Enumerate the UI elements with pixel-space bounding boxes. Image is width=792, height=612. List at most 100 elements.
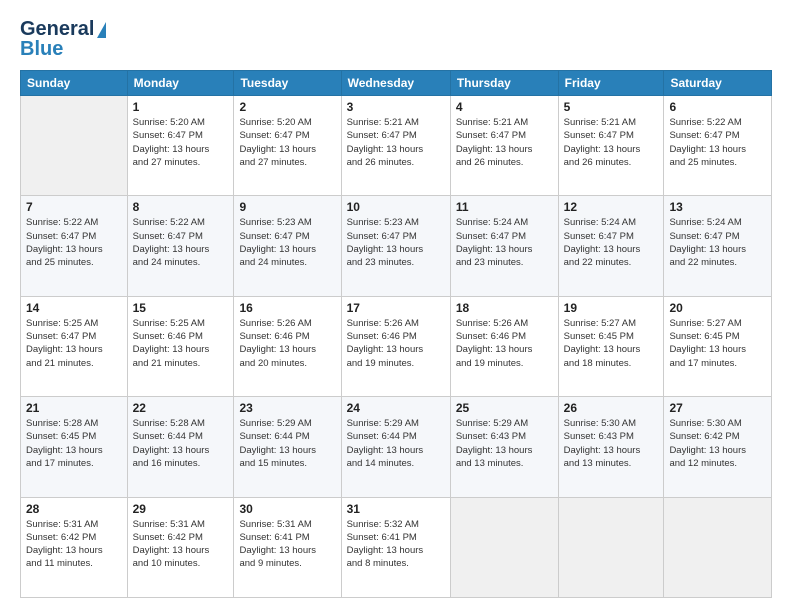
calendar-week-row: 7 Sunrise: 5:22 AM Sunset: 6:47 PM Daylig… (21, 196, 772, 296)
day-info: Sunrise: 5:32 AM Sunset: 6:41 PM Dayligh… (347, 518, 445, 571)
calendar-cell: 24 Sunrise: 5:29 AM Sunset: 6:44 PM Dayli… (341, 397, 450, 497)
day-number: 26 (564, 401, 659, 415)
day-number: 1 (133, 100, 229, 114)
day-number: 25 (456, 401, 553, 415)
calendar-cell: 4 Sunrise: 5:21 AM Sunset: 6:47 PM Daylig… (450, 96, 558, 196)
day-info: Sunrise: 5:21 AM Sunset: 6:47 PM Dayligh… (564, 116, 659, 169)
day-number: 3 (347, 100, 445, 114)
day-info: Sunrise: 5:31 AM Sunset: 6:42 PM Dayligh… (26, 518, 122, 571)
logo: General Blue (20, 18, 106, 60)
calendar-cell: 22Sunrise: 5:28 AM Sunset: 6:44 PM Dayli… (127, 397, 234, 497)
calendar-cell (21, 96, 128, 196)
calendar-week-row: 1 Sunrise: 5:20 AM Sunset: 6:47 PM Daylig… (21, 96, 772, 196)
calendar-cell: 18 Sunrise: 5:26 AM Sunset: 6:46 PM Dayli… (450, 296, 558, 396)
calendar-table: SundayMondayTuesdayWednesdayThursdayFrid… (20, 70, 772, 598)
calendar-cell: 17Sunrise: 5:26 AM Sunset: 6:46 PM Dayli… (341, 296, 450, 396)
day-info: Sunrise: 5:25 AM Sunset: 6:47 PM Dayligh… (26, 317, 122, 370)
day-info: Sunrise: 5:22 AM Sunset: 6:47 PM Dayligh… (26, 216, 122, 269)
calendar-cell: 16 Sunrise: 5:26 AM Sunset: 6:46 PM Dayli… (234, 296, 341, 396)
day-info: Sunrise: 5:23 AM Sunset: 6:47 PM Dayligh… (347, 216, 445, 269)
calendar-cell (558, 497, 664, 597)
calendar-cell: 1 Sunrise: 5:20 AM Sunset: 6:47 PM Daylig… (127, 96, 234, 196)
day-number: 6 (669, 100, 766, 114)
day-info: Sunrise: 5:29 AM Sunset: 6:44 PM Dayligh… (347, 417, 445, 470)
day-number: 12 (564, 200, 659, 214)
day-info: Sunrise: 5:28 AM Sunset: 6:45 PM Dayligh… (26, 417, 122, 470)
calendar-cell: 14 Sunrise: 5:25 AM Sunset: 6:47 PM Dayli… (21, 296, 128, 396)
calendar-header-monday: Monday (127, 71, 234, 96)
day-number: 16 (239, 301, 335, 315)
calendar-header-friday: Friday (558, 71, 664, 96)
calendar-cell: 25Sunrise: 5:29 AM Sunset: 6:43 PM Dayli… (450, 397, 558, 497)
day-info: Sunrise: 5:20 AM Sunset: 6:47 PM Dayligh… (239, 116, 335, 169)
day-number: 23 (239, 401, 335, 415)
day-number: 4 (456, 100, 553, 114)
calendar-cell: 2 Sunrise: 5:20 AM Sunset: 6:47 PM Daylig… (234, 96, 341, 196)
calendar-cell: 29 Sunrise: 5:31 AM Sunset: 6:42 PM Dayli… (127, 497, 234, 597)
day-info: Sunrise: 5:30 AM Sunset: 6:43 PM Dayligh… (564, 417, 659, 470)
day-info: Sunrise: 5:21 AM Sunset: 6:47 PM Dayligh… (347, 116, 445, 169)
calendar-week-row: 21 Sunrise: 5:28 AM Sunset: 6:45 PM Dayli… (21, 397, 772, 497)
day-number: 8 (133, 200, 229, 214)
day-number: 2 (239, 100, 335, 114)
calendar-header-row: SundayMondayTuesdayWednesdayThursdayFrid… (21, 71, 772, 96)
calendar-week-row: 14 Sunrise: 5:25 AM Sunset: 6:47 PM Dayli… (21, 296, 772, 396)
day-info: Sunrise: 5:24 AM Sunset: 6:47 PM Dayligh… (564, 216, 659, 269)
day-number: 18 (456, 301, 553, 315)
day-info: Sunrise: 5:26 AM Sunset: 6:46 PM Dayligh… (239, 317, 335, 370)
day-info: Sunrise: 5:24 AM Sunset: 6:47 PM Dayligh… (456, 216, 553, 269)
calendar-header-saturday: Saturday (664, 71, 772, 96)
day-info: Sunrise: 5:29 AM Sunset: 6:44 PM Dayligh… (239, 417, 335, 470)
day-number: 22 (133, 401, 229, 415)
day-number: 10 (347, 200, 445, 214)
day-info: Sunrise: 5:31 AM Sunset: 6:42 PM Dayligh… (133, 518, 229, 571)
calendar-cell: 15Sunrise: 5:25 AM Sunset: 6:46 PM Dayli… (127, 296, 234, 396)
day-number: 20 (669, 301, 766, 315)
logo-general: General (20, 18, 94, 40)
calendar-cell (664, 497, 772, 597)
day-number: 19 (564, 301, 659, 315)
day-number: 11 (456, 200, 553, 214)
calendar-cell: 20 Sunrise: 5:27 AM Sunset: 6:45 PM Dayli… (664, 296, 772, 396)
page: General Blue SundayMondayTuesdayWednesda… (0, 0, 792, 612)
day-number: 15 (133, 301, 229, 315)
day-info: Sunrise: 5:24 AM Sunset: 6:47 PM Dayligh… (669, 216, 766, 269)
day-info: Sunrise: 5:26 AM Sunset: 6:46 PM Dayligh… (456, 317, 553, 370)
calendar-header-wednesday: Wednesday (341, 71, 450, 96)
day-number: 14 (26, 301, 122, 315)
day-number: 29 (133, 502, 229, 516)
calendar-cell: 3 Sunrise: 5:21 AM Sunset: 6:47 PM Daylig… (341, 96, 450, 196)
day-number: 13 (669, 200, 766, 214)
calendar-cell: 11 Sunrise: 5:24 AM Sunset: 6:47 PM Dayli… (450, 196, 558, 296)
day-number: 7 (26, 200, 122, 214)
day-number: 30 (239, 502, 335, 516)
calendar-cell: 5 Sunrise: 5:21 AM Sunset: 6:47 PM Daylig… (558, 96, 664, 196)
day-info: Sunrise: 5:31 AM Sunset: 6:41 PM Dayligh… (239, 518, 335, 571)
day-info: Sunrise: 5:23 AM Sunset: 6:47 PM Dayligh… (239, 216, 335, 269)
calendar-header-thursday: Thursday (450, 71, 558, 96)
logo-triangle-icon (97, 22, 106, 38)
day-info: Sunrise: 5:21 AM Sunset: 6:47 PM Dayligh… (456, 116, 553, 169)
day-number: 31 (347, 502, 445, 516)
calendar-cell: 8Sunrise: 5:22 AM Sunset: 6:47 PM Daylig… (127, 196, 234, 296)
calendar-cell: 23 Sunrise: 5:29 AM Sunset: 6:44 PM Dayli… (234, 397, 341, 497)
day-info: Sunrise: 5:22 AM Sunset: 6:47 PM Dayligh… (669, 116, 766, 169)
calendar-cell (450, 497, 558, 597)
calendar-cell: 26 Sunrise: 5:30 AM Sunset: 6:43 PM Dayli… (558, 397, 664, 497)
day-info: Sunrise: 5:27 AM Sunset: 6:45 PM Dayligh… (669, 317, 766, 370)
day-number: 5 (564, 100, 659, 114)
calendar-cell: 31 Sunrise: 5:32 AM Sunset: 6:41 PM Dayli… (341, 497, 450, 597)
calendar-cell: 9 Sunrise: 5:23 AM Sunset: 6:47 PM Daylig… (234, 196, 341, 296)
logo-blue: Blue (20, 38, 63, 60)
calendar-cell: 21 Sunrise: 5:28 AM Sunset: 6:45 PM Dayli… (21, 397, 128, 497)
day-number: 27 (669, 401, 766, 415)
day-number: 9 (239, 200, 335, 214)
calendar-cell: 30 Sunrise: 5:31 AM Sunset: 6:41 PM Dayli… (234, 497, 341, 597)
day-number: 17 (347, 301, 445, 315)
day-info: Sunrise: 5:20 AM Sunset: 6:47 PM Dayligh… (133, 116, 229, 169)
calendar-week-row: 28Sunrise: 5:31 AM Sunset: 6:42 PM Dayli… (21, 497, 772, 597)
calendar-cell: 12 Sunrise: 5:24 AM Sunset: 6:47 PM Dayli… (558, 196, 664, 296)
calendar-cell: 13 Sunrise: 5:24 AM Sunset: 6:47 PM Dayli… (664, 196, 772, 296)
day-number: 24 (347, 401, 445, 415)
day-number: 21 (26, 401, 122, 415)
